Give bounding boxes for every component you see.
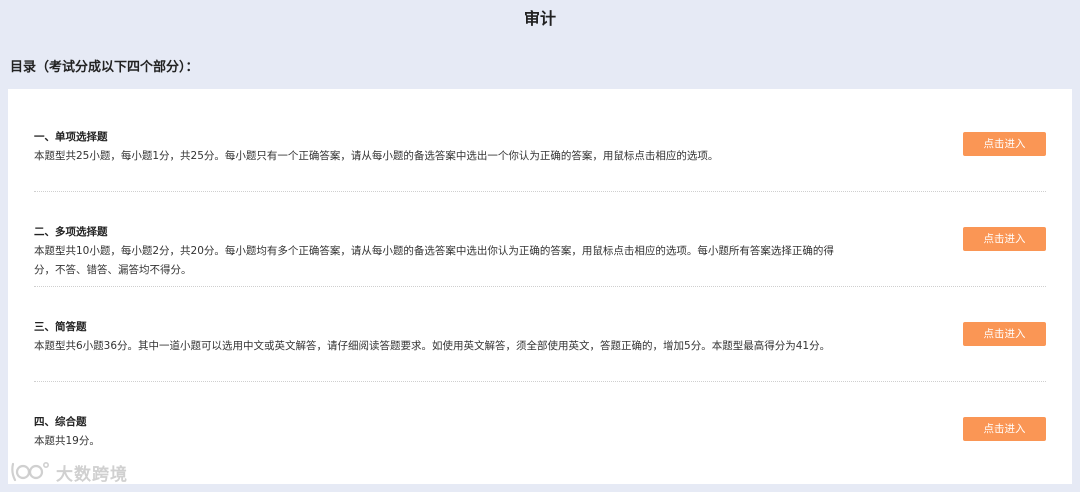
section-description: 本题型共25小题，每小题1分，共25分。每小题只有一个正确答案，请从每小题的备选… [34, 150, 719, 162]
section-short-answer: 三、简答题 本题型共6小题36分。其中一道小题可以选用中文或英文解答，请仔细阅读… [34, 287, 1046, 382]
section-title: 四、综合题 [34, 416, 87, 428]
watermark: 大数跨境 [10, 458, 128, 486]
section-title: 三、简答题 [34, 321, 87, 333]
section-description: 本题型共10小题，每小题2分，共20分。每小题均有多个正确答案，请从每小题的备选… [34, 245, 834, 276]
enter-single-choice-button[interactable]: 点击进入 [963, 132, 1046, 156]
sections-panel: 一、单项选择题 本题型共25小题，每小题1分，共25分。每小题只有一个正确答案，… [8, 89, 1072, 484]
watermark-text: 大数跨境 [56, 464, 128, 485]
watermark-logo-icon [11, 461, 49, 482]
section-multiple-choice: 二、多项选择题 本题型共10小题，每小题2分，共20分。每小题均有多个正确答案，… [34, 192, 1046, 287]
section-description: 本题型共6小题36分。其中一道小题可以选用中文或英文解答，请仔细阅读答题要求。如… [34, 340, 831, 352]
enter-multiple-choice-button[interactable]: 点击进入 [963, 227, 1046, 251]
section-title: 二、多项选择题 [34, 226, 108, 238]
page-title: 审计 [523, 9, 556, 28]
section-comprehensive: 四、综合题 本题共19分。 点击进入 [34, 382, 1046, 477]
enter-comprehensive-button[interactable]: 点击进入 [963, 417, 1046, 441]
section-description: 本题共19分。 [34, 435, 100, 447]
section-title: 一、单项选择题 [34, 131, 108, 143]
toc-heading: 目录（考试分成以下四个部分）： [10, 60, 199, 75]
section-single-choice: 一、单项选择题 本题型共25小题，每小题1分，共25分。每小题只有一个正确答案，… [34, 97, 1046, 192]
enter-short-answer-button[interactable]: 点击进入 [963, 322, 1046, 346]
